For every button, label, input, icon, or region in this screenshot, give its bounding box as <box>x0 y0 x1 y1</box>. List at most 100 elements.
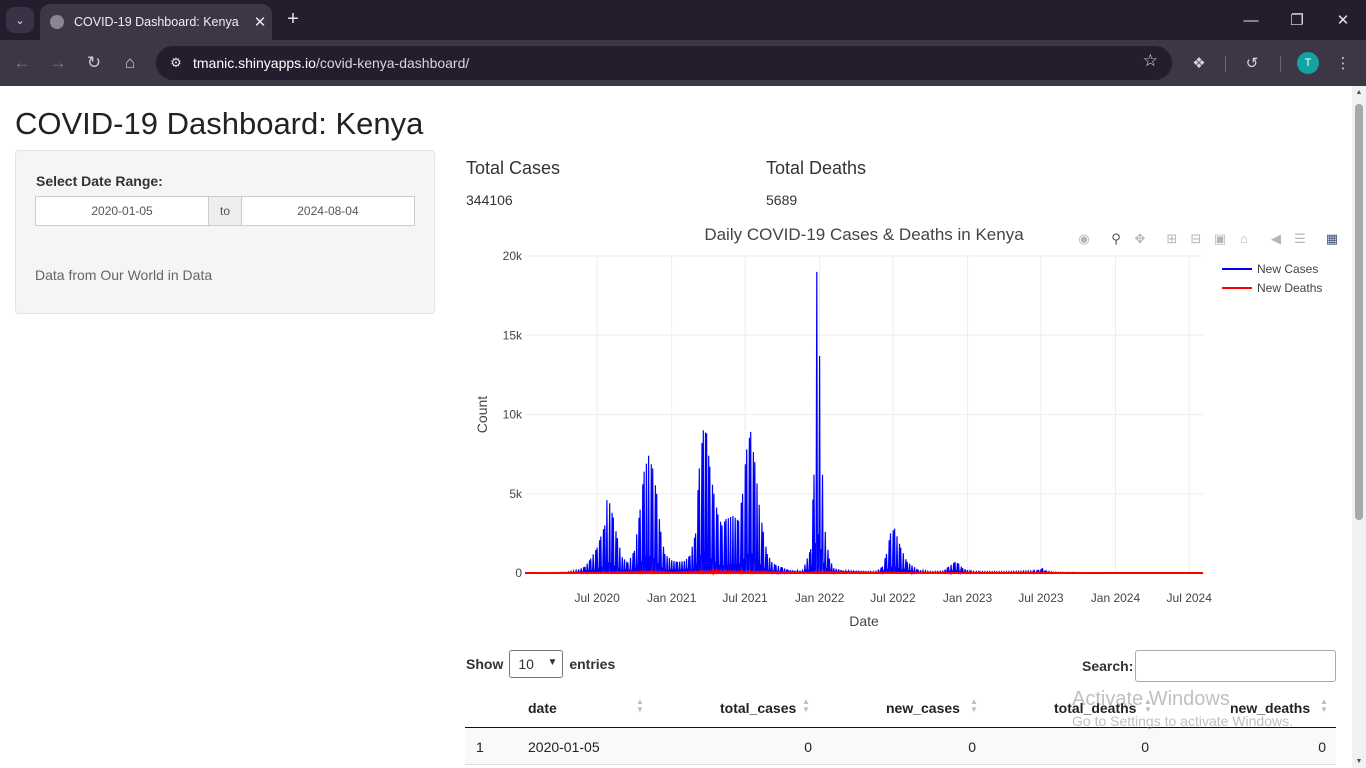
page-content: COVID-19 Dashboard: Kenya Select Date Ra… <box>0 86 1352 768</box>
total-deaths-value: 5689 <box>766 192 798 208</box>
cases-deaths-chart[interactable]: 0 5k 10k 15k 20k Jul 2020 Jan 2021 Jul 2021 Jan … <box>465 224 1345 640</box>
autoscale-icon[interactable]: ▣ <box>1211 230 1229 248</box>
history-icon[interactable]: ↺ <box>1240 51 1264 75</box>
profile-avatar[interactable]: T <box>1297 52 1319 74</box>
hover-closest-icon[interactable]: ◀ <box>1267 230 1285 248</box>
sort-icon[interactable]: ▲ ▼ <box>970 698 978 714</box>
cell-total-cases: 0 <box>804 739 812 755</box>
watermark-subtitle: Go to Settings to activate Windows. <box>1072 713 1293 729</box>
row-index: 1 <box>476 739 484 755</box>
watermark-title: Activate Windows <box>1072 688 1230 710</box>
end-date-input[interactable]: 2024-08-04 <box>240 196 415 226</box>
sort-icon[interactable]: ▲ ▼ <box>1320 698 1328 714</box>
x-tick-label: Jan 2023 <box>943 591 993 605</box>
page-length-value: 10 <box>518 656 534 672</box>
x-axis-title: Date <box>849 613 879 629</box>
close-window-button[interactable]: ✕ <box>1320 0 1366 40</box>
home-button[interactable]: ⌂ <box>117 50 143 76</box>
sidebar-panel: Select Date Range: 2020-01-05 to 2024-08… <box>15 150 435 314</box>
reset-axes-icon[interactable]: ⌂ <box>1235 230 1253 248</box>
cell-total-deaths: 0 <box>1141 739 1149 755</box>
browser-tab-bar: ⌄ COVID-19 Dashboard: Kenya ✕ + — ❐ ✕ <box>0 0 1366 40</box>
x-tick-label: Jan 2021 <box>647 591 697 605</box>
site-info-icon[interactable]: ⚙ <box>164 51 188 75</box>
forward-button[interactable]: → <box>45 50 71 76</box>
x-tick-label: Jul 2020 <box>574 591 620 605</box>
date-range-input: 2020-01-05 to 2024-08-04 <box>35 196 415 226</box>
toolbar-divider <box>1225 56 1226 72</box>
zoom-icon[interactable]: ⚲ <box>1107 230 1125 248</box>
toolbar-divider <box>1280 56 1281 72</box>
tab-close-icon[interactable]: ✕ <box>248 13 272 31</box>
minimize-button[interactable]: — <box>1228 0 1274 40</box>
y-tick-label: 0 <box>515 566 522 580</box>
date-range-label: Select Date Range: <box>36 173 163 189</box>
x-tick-label: Jan 2022 <box>795 591 845 605</box>
x-tick-label: Jan 2024 <box>1091 591 1141 605</box>
new-tab-button[interactable]: + <box>282 8 304 32</box>
y-axis-title: Count <box>474 396 490 433</box>
legend-label: New Cases <box>1257 262 1318 276</box>
tab-search-button[interactable]: ⌄ <box>6 7 34 33</box>
extensions-icon[interactable]: ❖ <box>1187 51 1211 75</box>
x-tick-label: Jul 2022 <box>870 591 916 605</box>
browser-toolbar: ← → ↻ ⌂ ⚙ tmanic.shinyapps.io/covid-keny… <box>0 40 1366 86</box>
zoom-out-icon[interactable]: ⊟ <box>1187 230 1205 248</box>
column-header-total-cases[interactable]: total_cases <box>720 700 796 716</box>
series-line-new-cases <box>525 271 1204 576</box>
sort-icon[interactable]: ▲ ▼ <box>636 698 644 714</box>
tab-title: COVID-19 Dashboard: Kenya <box>74 15 239 29</box>
page-scrollbar[interactable]: ▲ ▼ <box>1352 86 1366 768</box>
address-bar[interactable]: ⚙ tmanic.shinyapps.io/covid-kenya-dashbo… <box>156 46 1172 80</box>
pan-icon[interactable]: ✥ <box>1131 230 1149 248</box>
page-length-select[interactable]: 10 ▼ <box>509 650 564 678</box>
total-cases-value: 344106 <box>466 192 513 208</box>
total-deaths-label: Total Deaths <box>766 158 867 178</box>
x-tick-label: Jul 2024 <box>1167 591 1213 605</box>
favicon-icon <box>50 15 64 29</box>
chevron-down-icon: ▼ <box>547 657 558 668</box>
menu-kebab-icon[interactable]: ⋮ <box>1331 51 1355 75</box>
browser-tab[interactable]: COVID-19 Dashboard: Kenya ✕ <box>40 4 272 40</box>
column-header-new-cases[interactable]: new_cases <box>886 700 960 716</box>
chart-svg[interactable]: 0 5k 10k 15k 20k Jul 2020 Jan 2021 Jul 2021 Jan … <box>465 224 1345 640</box>
y-tick-label: 20k <box>503 249 523 263</box>
x-tick-label: Jul 2023 <box>1018 591 1064 605</box>
zoom-in-icon[interactable]: ⊞ <box>1163 230 1181 248</box>
series-line-new-deaths <box>525 568 1203 576</box>
cell-new-deaths: 0 <box>1318 739 1326 755</box>
sort-icon[interactable]: ▲ ▼ <box>802 698 810 714</box>
entries-label: entries <box>569 656 616 672</box>
legend-label: New Deaths <box>1257 281 1322 295</box>
scroll-down-icon[interactable]: ▼ <box>1355 758 1363 765</box>
data-source-text: Data from Our World in Data <box>35 267 213 283</box>
camera-icon[interactable]: ◉ <box>1075 230 1093 248</box>
show-label: Show <box>466 656 504 672</box>
start-date-input[interactable]: 2020-01-05 <box>35 196 210 226</box>
y-tick-label: 15k <box>503 328 523 342</box>
cell-date: 2020-01-05 <box>528 739 600 755</box>
scroll-up-icon[interactable]: ▲ <box>1355 89 1363 96</box>
url-text[interactable]: tmanic.shinyapps.io/covid-kenya-dashboar… <box>193 55 469 71</box>
reload-button[interactable]: ↻ <box>81 50 107 76</box>
search-label: Search: <box>1082 658 1134 674</box>
table-row[interactable]: 1 2020-01-05 0 0 0 0 <box>465 728 1336 765</box>
bookmark-star-icon[interactable]: ☆ <box>1143 51 1158 71</box>
total-cases-label: Total Cases <box>466 158 561 178</box>
maximize-button[interactable]: ❐ <box>1274 0 1320 40</box>
plotly-logo-icon[interactable]: ▦ <box>1323 230 1341 248</box>
y-tick-label: 10k <box>503 408 523 422</box>
page-title: COVID-19 Dashboard: Kenya <box>15 106 424 141</box>
scrollbar-thumb[interactable] <box>1355 104 1363 520</box>
page-length-control: Show 10 ▼ entries <box>466 650 615 678</box>
activate-windows-watermark: Activate Windows Go to Settings to activ… <box>1072 688 1293 729</box>
cell-new-cases: 0 <box>968 739 976 755</box>
x-tick-label: Jul 2021 <box>722 591 768 605</box>
hover-compare-icon[interactable]: ☰ <box>1291 230 1309 248</box>
column-header-date[interactable]: date <box>528 700 557 716</box>
back-button[interactable]: ← <box>9 50 35 76</box>
search-input[interactable] <box>1135 650 1336 682</box>
date-range-separator: to <box>209 196 241 226</box>
y-tick-label: 5k <box>509 487 523 501</box>
chart-title: Daily COVID-19 Cases & Deaths in Kenya <box>704 225 1024 244</box>
